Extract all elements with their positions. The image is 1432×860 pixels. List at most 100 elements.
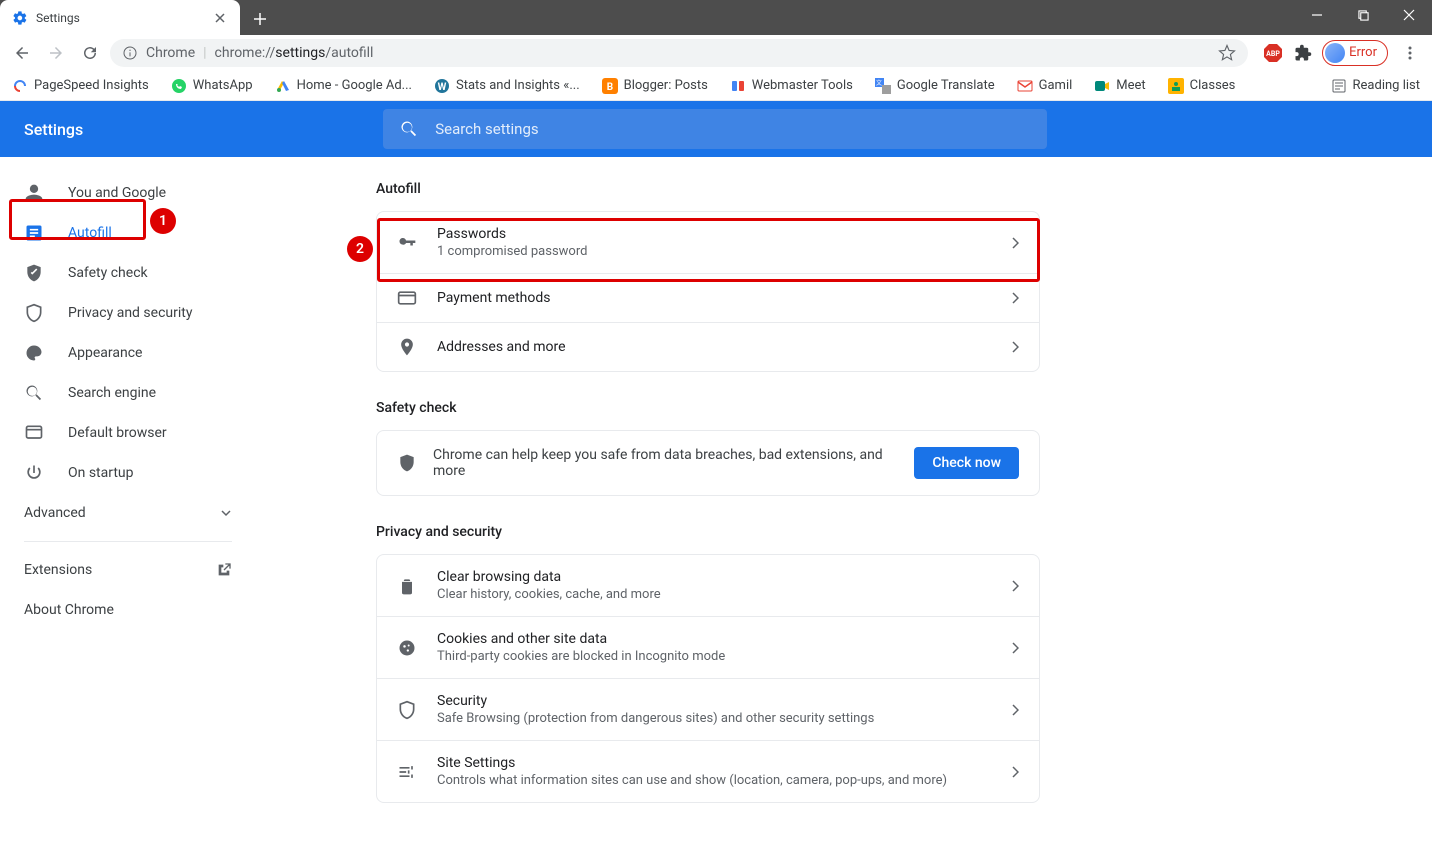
- browser-tab[interactable]: Settings: [0, 0, 240, 35]
- window-controls: [1294, 0, 1432, 30]
- row-title: Cookies and other site data: [437, 631, 991, 647]
- bookmark-item[interactable]: 文Google Translate: [871, 76, 999, 96]
- maximize-button[interactable]: [1340, 0, 1386, 30]
- sidebar-advanced-toggle[interactable]: Advanced: [0, 493, 256, 533]
- palette-icon: [24, 343, 44, 363]
- cookie-icon: [397, 638, 417, 658]
- chevron-right-icon: [1011, 580, 1019, 592]
- bookmark-item[interactable]: WStats and Insights «...: [430, 76, 584, 96]
- bookmark-item[interactable]: Meet: [1090, 76, 1149, 96]
- row-title: Addresses and more: [437, 339, 991, 355]
- site-settings-row[interactable]: Site Settings Controls what information s…: [377, 740, 1039, 802]
- bookmark-item[interactable]: Classes: [1164, 76, 1240, 96]
- row-subtitle: Clear history, cookies, cache, and more: [437, 587, 991, 602]
- sidebar-about-link[interactable]: About Chrome: [0, 590, 256, 630]
- url-path-bold: settings: [275, 45, 325, 61]
- chevron-right-icon: [1011, 341, 1019, 353]
- payment-methods-row[interactable]: Payment methods: [377, 273, 1039, 322]
- bookmark-item[interactable]: PageSpeed Insights: [8, 76, 153, 96]
- bookmark-item[interactable]: BBlogger: Posts: [598, 76, 712, 96]
- chrome-menu-button[interactable]: [1396, 39, 1424, 67]
- profile-chip[interactable]: Error: [1322, 40, 1388, 66]
- sidebar-item-appearance[interactable]: Appearance: [0, 333, 244, 373]
- reload-icon: [81, 44, 99, 62]
- settings-title: Settings: [24, 120, 83, 139]
- sidebar-item-autofill[interactable]: Autofill: [0, 213, 244, 253]
- row-title: Security: [437, 693, 991, 709]
- sidebar-extensions-link[interactable]: Extensions: [0, 550, 256, 590]
- check-now-button[interactable]: Check now: [914, 447, 1019, 479]
- plus-icon: [253, 12, 267, 26]
- shield-icon: [397, 453, 417, 473]
- classroom-icon: [1168, 78, 1184, 94]
- extension-icons: ABP Error: [1262, 39, 1424, 67]
- section-title-safety: Safety check: [376, 400, 1432, 416]
- cookies-row[interactable]: Cookies and other site data Third-party c…: [377, 616, 1039, 678]
- window-titlebar: Settings: [0, 0, 1432, 35]
- google-ads-icon: [275, 78, 291, 94]
- shield-check-icon: [24, 263, 44, 283]
- sidebar-item-search-engine[interactable]: Search engine: [0, 373, 244, 413]
- key-icon: [397, 233, 417, 253]
- minimize-button[interactable]: [1294, 0, 1340, 30]
- open-in-new-icon: [216, 562, 232, 578]
- star-icon[interactable]: [1218, 44, 1236, 62]
- extensions-puzzle-icon[interactable]: [1292, 42, 1314, 64]
- chevron-right-icon: [1011, 237, 1019, 249]
- forward-button[interactable]: [42, 39, 70, 67]
- bookmark-item[interactable]: Home - Google Ad...: [271, 76, 416, 96]
- abp-extension-icon[interactable]: ABP: [1262, 42, 1284, 64]
- search-engine-icon: [24, 383, 44, 403]
- power-icon: [24, 463, 44, 483]
- trash-icon: [397, 576, 417, 596]
- toolbar: Chrome | chrome://settings/autofill ABP …: [0, 35, 1432, 71]
- url-scheme: chrome://: [215, 45, 276, 61]
- row-subtitle: Controls what information sites can use …: [437, 773, 991, 788]
- bookmark-item[interactable]: WhatsApp: [167, 76, 257, 96]
- close-window-button[interactable]: [1386, 0, 1432, 30]
- section-title-privacy: Privacy and security: [376, 524, 1432, 540]
- passwords-row[interactable]: Passwords1 compromised password: [377, 212, 1039, 273]
- bookmark-item[interactable]: Gamil: [1013, 76, 1077, 96]
- search-icon: [399, 119, 419, 139]
- reload-button[interactable]: [76, 39, 104, 67]
- arrow-right-icon: [47, 44, 65, 62]
- row-title: Site Settings: [437, 755, 991, 771]
- sidebar-item-privacy[interactable]: Privacy and security: [0, 293, 244, 333]
- chevron-down-icon: [220, 507, 232, 519]
- gear-icon: [12, 10, 28, 26]
- sidebar-item-safety-check[interactable]: Safety check: [0, 253, 244, 293]
- settings-search[interactable]: [383, 109, 1047, 149]
- clear-browsing-data-row[interactable]: Clear browsing dataClear history, cookie…: [377, 555, 1039, 616]
- settings-search-input[interactable]: [435, 120, 1031, 138]
- location-icon: [397, 337, 417, 357]
- meet-icon: [1094, 78, 1110, 94]
- privacy-card: Clear browsing dataClear history, cookie…: [376, 554, 1040, 803]
- gmail-icon: [1017, 78, 1033, 94]
- site-info-icon: [122, 45, 138, 61]
- close-tab-button[interactable]: [212, 10, 228, 26]
- webmaster-icon: [730, 78, 746, 94]
- close-icon: [215, 13, 225, 23]
- sidebar-item-you-and-google[interactable]: You and Google: [0, 173, 244, 213]
- tab-title: Settings: [36, 11, 204, 25]
- address-bar[interactable]: Chrome | chrome://settings/autofill: [110, 39, 1248, 67]
- credit-card-icon: [397, 288, 417, 308]
- row-title: Passwords: [437, 226, 991, 242]
- arrow-left-icon: [13, 44, 31, 62]
- safety-card: Chrome can help keep you safe from data …: [376, 430, 1040, 496]
- divider: [24, 541, 232, 542]
- sidebar-item-on-startup[interactable]: On startup: [0, 453, 244, 493]
- pagespeed-icon: [12, 78, 28, 94]
- reading-list-button[interactable]: Reading list: [1327, 76, 1424, 96]
- url-label: Chrome: [146, 45, 195, 61]
- sidebar-item-default-browser[interactable]: Default browser: [0, 413, 244, 453]
- translate-icon: 文: [875, 78, 891, 94]
- new-tab-button[interactable]: [246, 5, 274, 33]
- back-button[interactable]: [8, 39, 36, 67]
- addresses-row[interactable]: Addresses and more: [377, 322, 1039, 371]
- more-vert-icon: [1402, 45, 1418, 61]
- security-row[interactable]: SecuritySafe Browsing (protection from d…: [377, 678, 1039, 740]
- bookmark-item[interactable]: Webmaster Tools: [726, 76, 857, 96]
- row-subtitle: Third-party cookies are blocked in Incog…: [437, 649, 991, 664]
